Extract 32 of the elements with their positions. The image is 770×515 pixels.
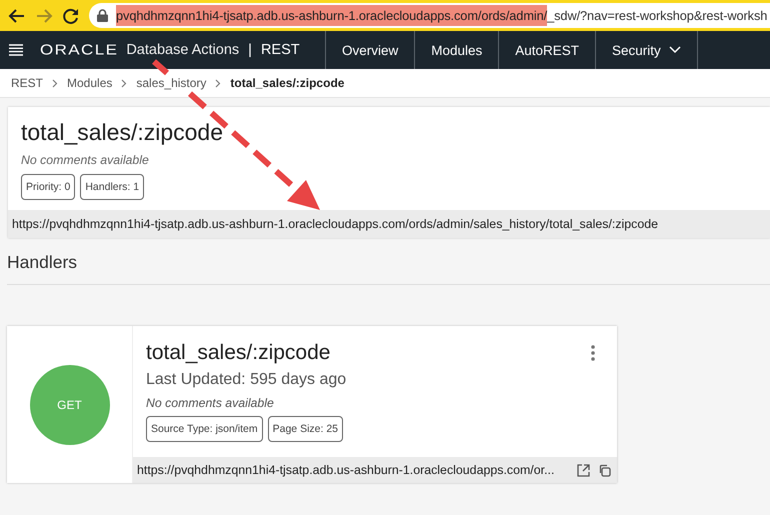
- more-options-icon[interactable]: [591, 345, 595, 361]
- resource-title: total_sales/:zipcode: [21, 119, 224, 146]
- info-badge: Handlers: 1: [80, 174, 144, 200]
- breadcrumb-link[interactable]: sales_history: [136, 76, 206, 90]
- back-icon[interactable]: [8, 6, 26, 24]
- breadcrumb-current: total_sales/:zipcode: [230, 76, 344, 90]
- updated-text: Last Updated: 595 days ago: [146, 371, 348, 389]
- handler-url: https://pvqhdhmzqnn1hi4-tjsatp.adb.us-ashburn-1.oraclecloudapps.com/or...: [137, 463, 556, 477]
- section-title: REST: [260, 42, 301, 58]
- breadcrumb-link[interactable]: Modules: [67, 76, 112, 90]
- chevron-icon: [121, 78, 128, 88]
- menu-icon[interactable]: [9, 44, 23, 56]
- chevron-icon: [668, 46, 681, 54]
- app-title: Database Actions: [126, 42, 240, 58]
- info-badge: Page Size: 25: [268, 416, 344, 442]
- reload-icon[interactable]: [62, 6, 80, 24]
- lock-icon[interactable]: [97, 9, 108, 22]
- address-text: _sdw/?nav=rest-workshop&rest-worksh: [547, 8, 768, 23]
- resource-url: https://pvqhdhmzqnn1hi4-tjsatp.adb.us-ashburn-1.oraclecloudapps.com/ords/admin/sales_history/total_sales/:zipcode: [8, 210, 770, 238]
- handler-title: total_sales/:zipcode: [146, 341, 330, 365]
- comment-text: No comments available: [21, 153, 150, 167]
- section-heading: Handlers: [7, 252, 770, 285]
- comment-text: No comments available: [146, 396, 275, 410]
- chevron-icon: [52, 78, 58, 88]
- breadcrumb-link[interactable]: REST: [11, 76, 44, 90]
- oracle-logo: ORACLE: [40, 42, 118, 58]
- info-badge: Priority: 0: [21, 174, 76, 200]
- info-badge: Source Type: json/item: [146, 416, 263, 442]
- chevron-icon: [215, 78, 222, 88]
- title-separator: |: [248, 42, 252, 58]
- external-link-icon[interactable]: [577, 464, 590, 476]
- copy-icon[interactable]: [598, 464, 611, 476]
